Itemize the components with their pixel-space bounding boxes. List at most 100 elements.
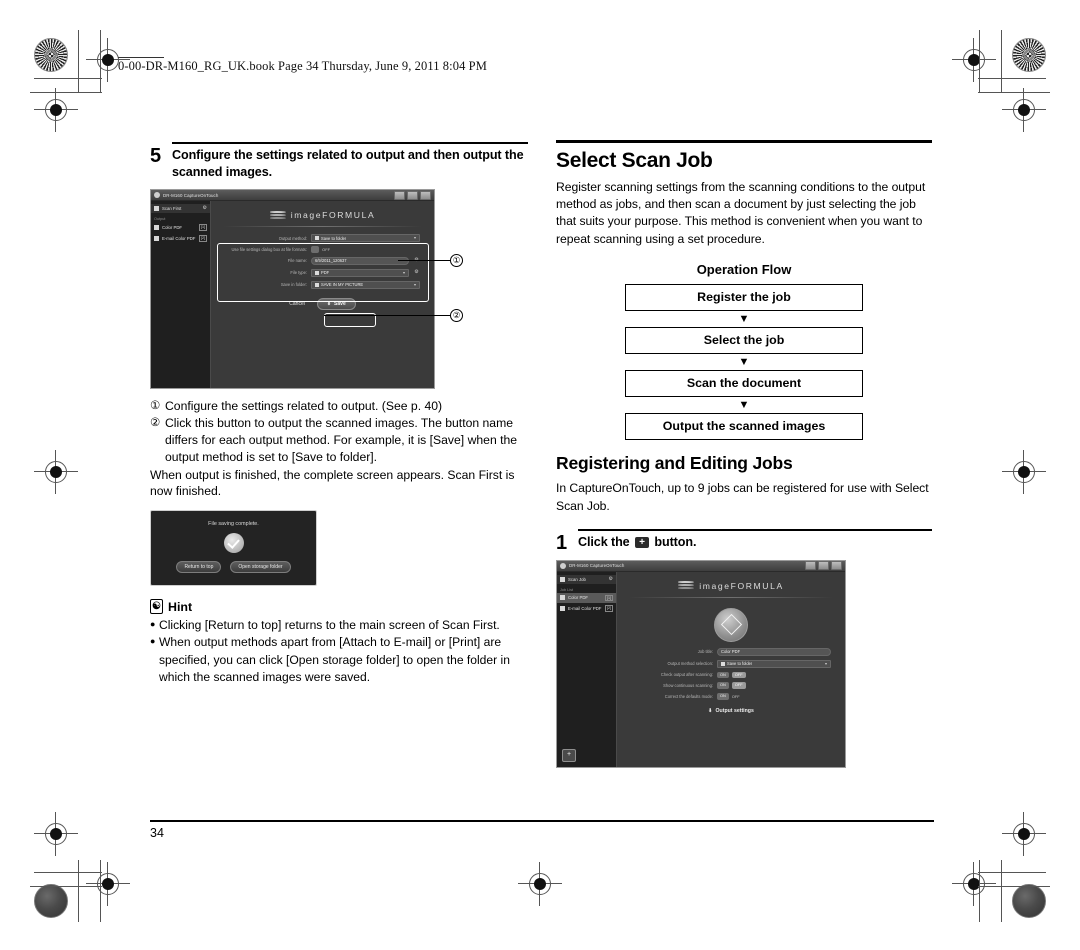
return-to-top-button[interactable]: Return to top	[176, 561, 222, 574]
setting-value: SAVE IN MY PICTURE	[321, 282, 364, 288]
mail-icon	[154, 235, 159, 241]
continuous-scanning-toggle[interactable]: ON OFF	[717, 682, 746, 689]
output-method-select[interactable]: Save to folder ▾	[717, 659, 831, 668]
hint-item: ● Clicking [Return to top] returns to th…	[150, 617, 528, 634]
setting-label: File type:	[290, 270, 307, 276]
crop-line-top-left-v	[78, 30, 79, 92]
halftone-target-top-left	[34, 38, 68, 72]
maximize-button[interactable]	[407, 190, 418, 200]
setting-row-job-title: Job title: Color PDF	[627, 647, 831, 656]
job-settings-rows: Job title: Color PDF Output method selec…	[617, 642, 845, 700]
callout-1-marker: ①	[450, 254, 463, 268]
book-header-line: 0-00-DR-M160_RG_UK.book Page 34 Thursday…	[118, 59, 487, 73]
bullet-icon: ●	[150, 636, 156, 647]
footer-rule	[150, 820, 934, 822]
registration-mark-right-lower	[1002, 812, 1046, 856]
gear-icon[interactable]: ⚙	[413, 270, 420, 275]
flow-arrow-icon: ▼	[738, 313, 750, 325]
sidebar-item-email-color-pdf[interactable]: E-mail Color PDF [2]	[151, 233, 210, 244]
close-button[interactable]	[420, 190, 431, 200]
page-title: Select Scan Job	[556, 148, 713, 172]
crop-line-top-right-v	[1001, 30, 1002, 92]
window-titlebar: DR-M160 CaptureOnTouch	[151, 190, 434, 202]
bullet-icon: ●	[150, 619, 156, 630]
maximize-button[interactable]	[818, 561, 829, 571]
start-scan-button[interactable]	[714, 607, 748, 642]
check-output-toggle[interactable]: ON OFF	[717, 671, 746, 679]
open-storage-folder-button[interactable]: Open storage folder	[230, 561, 291, 574]
cancel-button[interactable]: Cancel	[289, 301, 305, 307]
halftone-target-top-right	[1012, 38, 1046, 72]
window-body: Scan Job ⚙ Job List Color PDF [1] E-mail…	[557, 571, 845, 767]
download-icon: ⬇	[326, 300, 332, 307]
step-1-title: Click the + button.	[578, 534, 932, 551]
flow-step-register-the-job: Register the job	[625, 284, 863, 311]
operation-flow-diagram: Operation Flow Register the job ▼ Select…	[556, 262, 932, 440]
save-button[interactable]: ⬇ Save	[316, 297, 356, 310]
window-controls[interactable]	[394, 190, 431, 200]
sidebar-item-email-color-pdf[interactable]: E-mail Color PDF [2]	[557, 603, 616, 614]
save-folder-select[interactable]: SAVE IN MY PICTURE ▾	[311, 280, 420, 289]
file-name-input[interactable]: 6/9/2011_120637	[311, 256, 409, 265]
callout-item-2: ② Click this button to output the scanne…	[150, 415, 528, 465]
right-column: Select Scan Job Register scanning settin…	[556, 140, 932, 768]
output-method-select[interactable]: Save to folder ▾	[311, 234, 420, 243]
setting-value: Color PDF	[721, 649, 741, 655]
step-1-rule	[578, 528, 932, 532]
flow-step-output-the-scanned-images: Output the scanned images	[625, 413, 863, 440]
dialog-toggle[interactable]: OFF	[311, 246, 330, 253]
halftone-target-bottom-right	[1012, 884, 1046, 918]
sidebar-header: Scan First ⚙	[151, 204, 210, 214]
setting-row-defaults-mode: Correct the defaults mode: ON OFF	[627, 692, 831, 700]
step-1-number: 1	[556, 531, 568, 554]
job-title-input[interactable]: Color PDF	[717, 647, 831, 656]
crop-line-bottom-right-v2	[979, 860, 980, 922]
minimize-button[interactable]	[394, 190, 405, 200]
file-type-select[interactable]: PDF ▾	[311, 268, 409, 277]
gear-icon[interactable]: ⚙	[203, 206, 207, 211]
registration-mark-top-right	[952, 38, 996, 82]
crop-line-top-left-h	[34, 78, 102, 79]
sidebar-header-label: Scan Job	[568, 576, 586, 582]
section-intro-text: Register scanning settings from the scan…	[556, 179, 926, 246]
setting-label: Correct the defaults mode:	[664, 693, 713, 699]
subsection-body-text: In CaptureOnTouch, up to 9 jobs can be r…	[556, 481, 929, 513]
folder-icon	[315, 236, 319, 241]
add-job-button[interactable]: +	[562, 748, 576, 762]
file-icon	[560, 595, 565, 601]
sidebar-item-badge: [1]	[605, 594, 613, 602]
crop-line-bottom-right-h2	[978, 886, 1050, 887]
step-5-rule	[172, 142, 528, 145]
gear-icon[interactable]: ⚙	[609, 576, 613, 582]
crop-line-top-right-h	[978, 78, 1046, 79]
callout-item-mark: ②	[150, 417, 161, 430]
setting-label: Use file settings dialog box at file for…	[231, 247, 307, 253]
sidebar-item-color-pdf[interactable]: Color PDF [1]	[557, 592, 616, 604]
header-rule	[118, 57, 164, 59]
app-icon	[560, 562, 566, 569]
main-panel: imageFORMULA Output method: Save to fold…	[211, 201, 434, 389]
sidebar-item-badge: [1]	[199, 224, 207, 231]
app-icon	[154, 192, 160, 199]
action-buttons: Cancel ⬇ Save	[211, 297, 434, 310]
toggle-off-label: OFF	[731, 682, 746, 689]
complete-buttons: Return to top Open storage folder	[151, 561, 316, 574]
crop-line-bottom-left-h2	[30, 886, 102, 887]
setting-row-save-folder: Save in folder: SAVE IN MY PICTURE ▾	[221, 280, 420, 289]
output-settings-button[interactable]: ⬇ Output settings	[617, 708, 845, 714]
close-button[interactable]	[831, 561, 842, 571]
sidebar-item-color-pdf[interactable]: Color PDF [1]	[151, 222, 210, 233]
crop-line-top-right-v2	[979, 30, 980, 92]
callout-explanations: ① Configure the settings related to outp…	[150, 398, 528, 500]
halftone-target-bottom-left	[34, 884, 68, 918]
setting-row-output-method: Output method selection: Save to folder …	[627, 659, 831, 668]
check-icon	[223, 533, 244, 554]
imageformula-logo: imageFORMULA	[211, 201, 434, 220]
minimize-button[interactable]	[805, 561, 816, 571]
hint-label: Hint	[168, 599, 193, 614]
defaults-mode-toggle[interactable]: ON OFF	[717, 692, 740, 700]
sidebar-item-label: Color PDF	[162, 225, 183, 231]
flow-step-select-the-job: Select the job	[625, 327, 863, 354]
window-controls[interactable]	[805, 561, 842, 571]
pdf-icon	[315, 270, 319, 275]
